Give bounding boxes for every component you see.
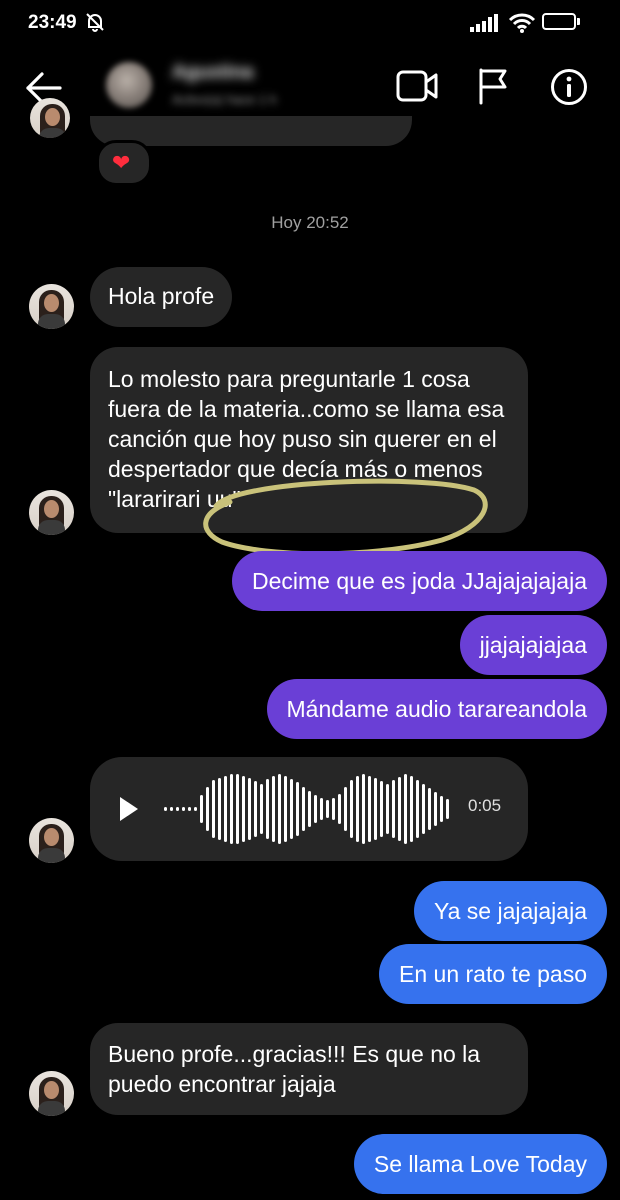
message-bubble-outgoing[interactable]: Decime que es joda JJajajajajaja [232, 551, 607, 611]
sender-avatar[interactable] [29, 818, 74, 863]
waveform-bar [224, 776, 227, 842]
waveform-bar [236, 774, 239, 844]
message-bubble-outgoing[interactable]: jjajajajajaa [459, 615, 607, 675]
waveform-bar [308, 791, 311, 827]
audio-duration: 0:05 [468, 796, 502, 815]
info-icon[interactable] [550, 68, 588, 106]
bell-off-icon [86, 13, 104, 32]
waveform-bar [362, 774, 365, 844]
waveform-bar [278, 774, 281, 844]
reaction-pill[interactable]: ❤ [96, 140, 152, 186]
waveform-bar [188, 807, 191, 811]
waveform-bar [416, 780, 419, 838]
waveform-bar [314, 795, 317, 823]
waveform-bar [422, 784, 425, 834]
status-time: 23:49 [28, 12, 77, 33]
audio-waveform[interactable] [162, 771, 458, 847]
message-bubble-outgoing[interactable]: En un rato te paso [379, 944, 607, 1004]
waveform-bar [272, 776, 275, 842]
waveform-bar [404, 774, 407, 844]
waveform-bar [170, 807, 173, 811]
message-bubble-outgoing[interactable]: Ya se jajajajaja [413, 881, 607, 941]
waveform-bar [338, 794, 341, 824]
waveform-bar [176, 807, 179, 811]
waveform-bar [218, 778, 221, 840]
message-bubble-incoming[interactable]: Hola profe [90, 267, 233, 327]
timestamp-divider: Hoy 20:52 [271, 213, 349, 232]
battery-level: 97 [552, 14, 566, 28]
waveform-bar [410, 776, 413, 842]
battery-tip [577, 18, 580, 25]
contact-name[interactable]: Agustina [172, 62, 253, 84]
sender-avatar[interactable] [30, 98, 70, 138]
highlight-circle-annotation [203, 478, 488, 557]
waveform-bar [164, 807, 167, 811]
message-bubble-incoming[interactable]: Bueno profe...gracias!!! Es que no la pu… [90, 1023, 528, 1115]
message-bubble-outgoing[interactable]: Mándame audio tarareandola [266, 679, 607, 739]
waveform-bar [374, 778, 377, 840]
waveform-bar [194, 807, 197, 811]
waveform-bar [446, 799, 449, 819]
waveform-bar [344, 787, 347, 831]
waveform-bar [392, 780, 395, 838]
waveform-bar [200, 795, 203, 823]
waveform-bar [182, 807, 185, 811]
signal-icon [470, 14, 498, 32]
waveform-bar [320, 798, 323, 820]
battery-indicator: 97 [542, 13, 576, 30]
waveform-bar [398, 777, 401, 841]
waveform-bar [428, 788, 431, 830]
waveform-bar [434, 792, 437, 826]
waveform-bar [368, 776, 371, 842]
waveform-bar [332, 798, 335, 820]
waveform-bar [260, 784, 263, 834]
video-call-icon[interactable] [396, 68, 438, 104]
waveform-bar [254, 781, 257, 837]
contact-status: Activo(a) hace 1 h [172, 92, 277, 107]
waveform-bar [386, 784, 389, 834]
sender-avatar[interactable] [29, 490, 74, 535]
message-bubble-outgoing[interactable]: Se llama Love Today [353, 1134, 607, 1194]
sender-avatar[interactable] [29, 284, 74, 329]
waveform-bar [326, 800, 329, 818]
waveform-bar [356, 776, 359, 842]
waveform-bar [206, 787, 209, 831]
flag-icon[interactable] [476, 67, 510, 105]
heart-icon: ❤ [112, 150, 131, 175]
waveform-bar [266, 779, 269, 839]
waveform-bar [296, 782, 299, 836]
waveform-bar [242, 776, 245, 842]
waveform-bar [440, 796, 443, 822]
waveform-bar [284, 776, 287, 842]
waveform-bar [230, 774, 233, 844]
waveform-bar [212, 780, 215, 838]
waveform-bar [248, 778, 251, 840]
waveform-bar [302, 787, 305, 831]
play-icon[interactable] [118, 795, 140, 823]
sender-avatar[interactable] [29, 1071, 74, 1116]
waveform-bar [290, 779, 293, 839]
contact-avatar[interactable] [106, 62, 152, 108]
waveform-bar [350, 780, 353, 838]
waveform-bar [380, 781, 383, 837]
wifi-icon [508, 13, 536, 33]
